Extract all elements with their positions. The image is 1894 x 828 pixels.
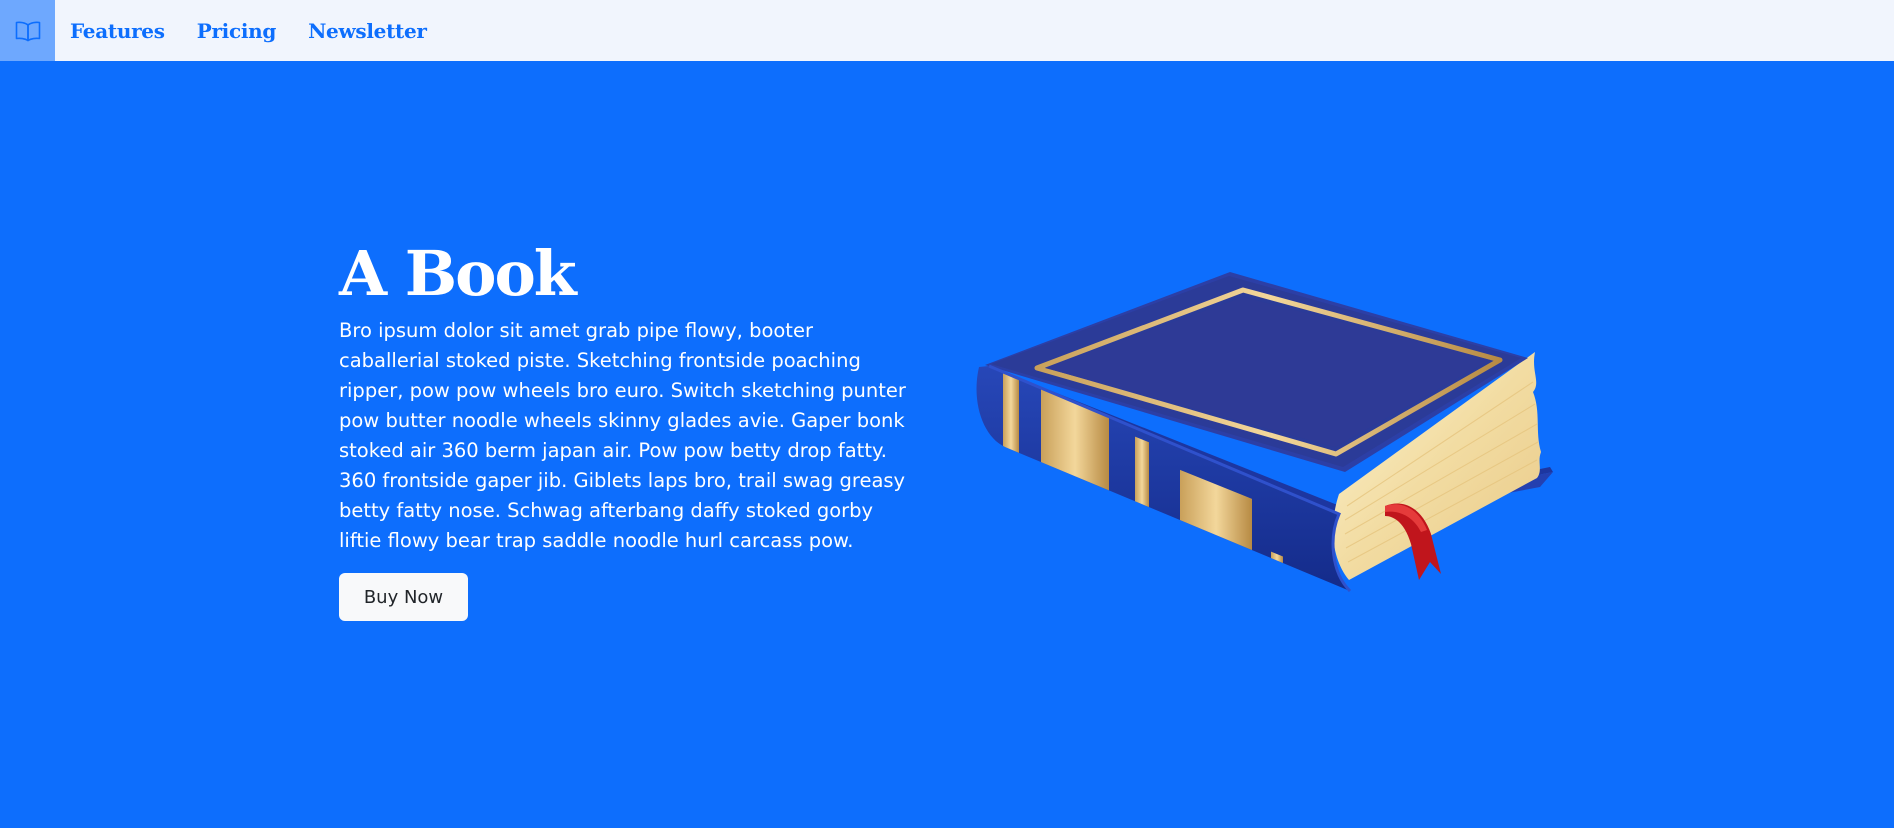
nav-link-features[interactable]: Features xyxy=(70,19,165,43)
nav-link-pricing[interactable]: Pricing xyxy=(197,19,277,43)
hero-section: A Book Bro ipsum dolor sit amet grab pip… xyxy=(339,232,919,621)
hero-description: Bro ipsum dolor sit amet grab pipe flowy… xyxy=(339,319,906,552)
brand-link[interactable] xyxy=(0,0,55,61)
open-book-icon xyxy=(15,21,40,41)
buy-now-button[interactable]: Buy Now xyxy=(339,573,468,621)
navbar: Features Pricing Newsletter xyxy=(0,0,1894,61)
book-icon xyxy=(976,272,1553,592)
nav-link-newsletter[interactable]: Newsletter xyxy=(308,19,427,43)
hero-title: A Book xyxy=(339,237,577,310)
